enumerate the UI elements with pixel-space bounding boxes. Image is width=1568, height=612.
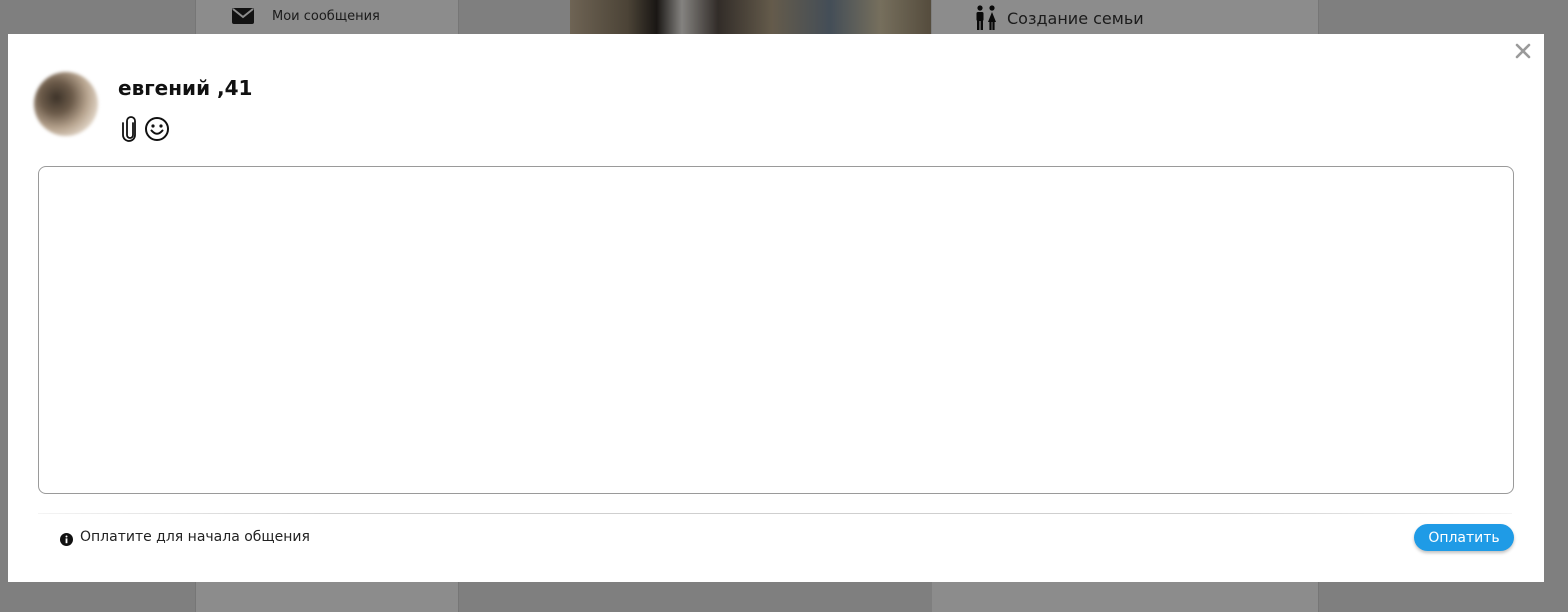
payment-notice: Оплатите для начала общения — [60, 529, 310, 546]
close-icon — [1515, 43, 1531, 63]
close-button[interactable] — [1512, 42, 1534, 64]
notice-text: Оплатите для начала общения — [80, 529, 310, 545]
message-input-container — [38, 166, 1514, 494]
message-modal: евгений ,41 Оплатите для начала общения … — [8, 34, 1544, 582]
composer-tools — [122, 116, 170, 146]
smiley-icon[interactable] — [144, 116, 170, 146]
pay-button[interactable]: Оплатить — [1414, 524, 1514, 551]
divider — [38, 513, 1512, 514]
info-icon — [60, 531, 73, 546]
paperclip-icon[interactable] — [122, 116, 140, 146]
user-name: евгений ,41 — [118, 76, 253, 100]
message-input[interactable] — [39, 167, 1513, 493]
avatar — [34, 72, 98, 136]
